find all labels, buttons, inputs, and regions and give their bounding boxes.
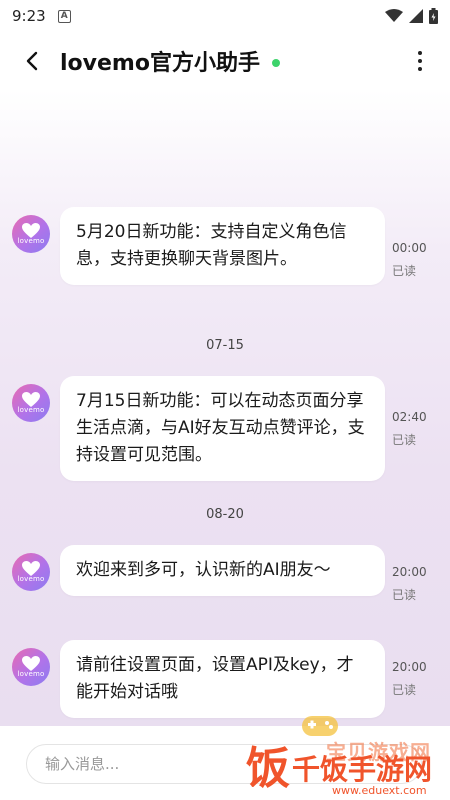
message-bubble[interactable]: 7月15日新功能：可以在动态页面分享生活点滴，与AI好友互动点赞评论，支持设置可… bbox=[60, 376, 385, 481]
message-time: 20:00 bbox=[392, 565, 427, 579]
avatar-label: lovemo bbox=[17, 237, 45, 245]
avatar-label: lovemo bbox=[17, 670, 45, 678]
message-meta: 02:40 已读 bbox=[392, 410, 442, 448]
assistant-avatar[interactable]: lovemo bbox=[12, 384, 50, 422]
status-icons bbox=[385, 8, 438, 24]
chat-header: lovemo官方小助手 bbox=[0, 32, 450, 90]
read-status: 已读 bbox=[392, 588, 417, 602]
status-time: 9:23 bbox=[12, 7, 46, 25]
avatar-label: lovemo bbox=[17, 575, 45, 583]
more-options-button[interactable] bbox=[404, 41, 436, 81]
back-arrow-icon bbox=[26, 51, 38, 71]
chat-message-list[interactable]: lovemo 5月20日新功能：支持自定义角色信息，支持更换聊天背景图片。 00… bbox=[0, 90, 450, 726]
message-time: 20:00 bbox=[392, 660, 427, 674]
message-input-bar bbox=[0, 726, 450, 800]
assistant-avatar[interactable]: lovemo bbox=[12, 215, 50, 253]
date-divider: 07-15 bbox=[206, 338, 244, 353]
read-status: 已读 bbox=[392, 683, 417, 697]
online-status-dot bbox=[271, 59, 280, 67]
message-time: 00:00 bbox=[392, 241, 427, 255]
signal-icon bbox=[409, 9, 423, 23]
chat-title: lovemo官方小助手 bbox=[60, 51, 260, 76]
status-bar: 9:23 A bbox=[0, 0, 450, 32]
more-dot bbox=[418, 67, 422, 71]
assistant-avatar[interactable]: lovemo bbox=[12, 553, 50, 591]
back-button[interactable] bbox=[8, 37, 56, 85]
message-meta: 20:00 已读 bbox=[392, 565, 442, 603]
message-meta: 20:00 已读 bbox=[392, 660, 442, 698]
message-time: 02:40 bbox=[392, 410, 427, 424]
more-dot bbox=[418, 59, 422, 63]
more-dot bbox=[418, 51, 422, 55]
message-bubble[interactable]: 请前往设置页面，设置API及key，才能开始对话哦 bbox=[60, 640, 385, 718]
battery-icon bbox=[429, 8, 438, 24]
assistant-avatar[interactable]: lovemo bbox=[12, 648, 50, 686]
message-input[interactable] bbox=[26, 744, 422, 784]
read-status: 已读 bbox=[392, 433, 417, 447]
date-divider: 08-20 bbox=[206, 507, 244, 522]
notification-icon: A bbox=[57, 9, 71, 23]
read-status: 已读 bbox=[392, 264, 417, 278]
avatar-label: lovemo bbox=[17, 406, 45, 414]
wifi-icon bbox=[385, 9, 403, 22]
message-bubble[interactable]: 5月20日新功能：支持自定义角色信息，支持更换聊天背景图片。 bbox=[60, 207, 385, 285]
message-bubble[interactable]: 欢迎来到多可，认识新的AI朋友～ bbox=[60, 545, 385, 596]
message-meta: 00:00 已读 bbox=[392, 241, 442, 279]
